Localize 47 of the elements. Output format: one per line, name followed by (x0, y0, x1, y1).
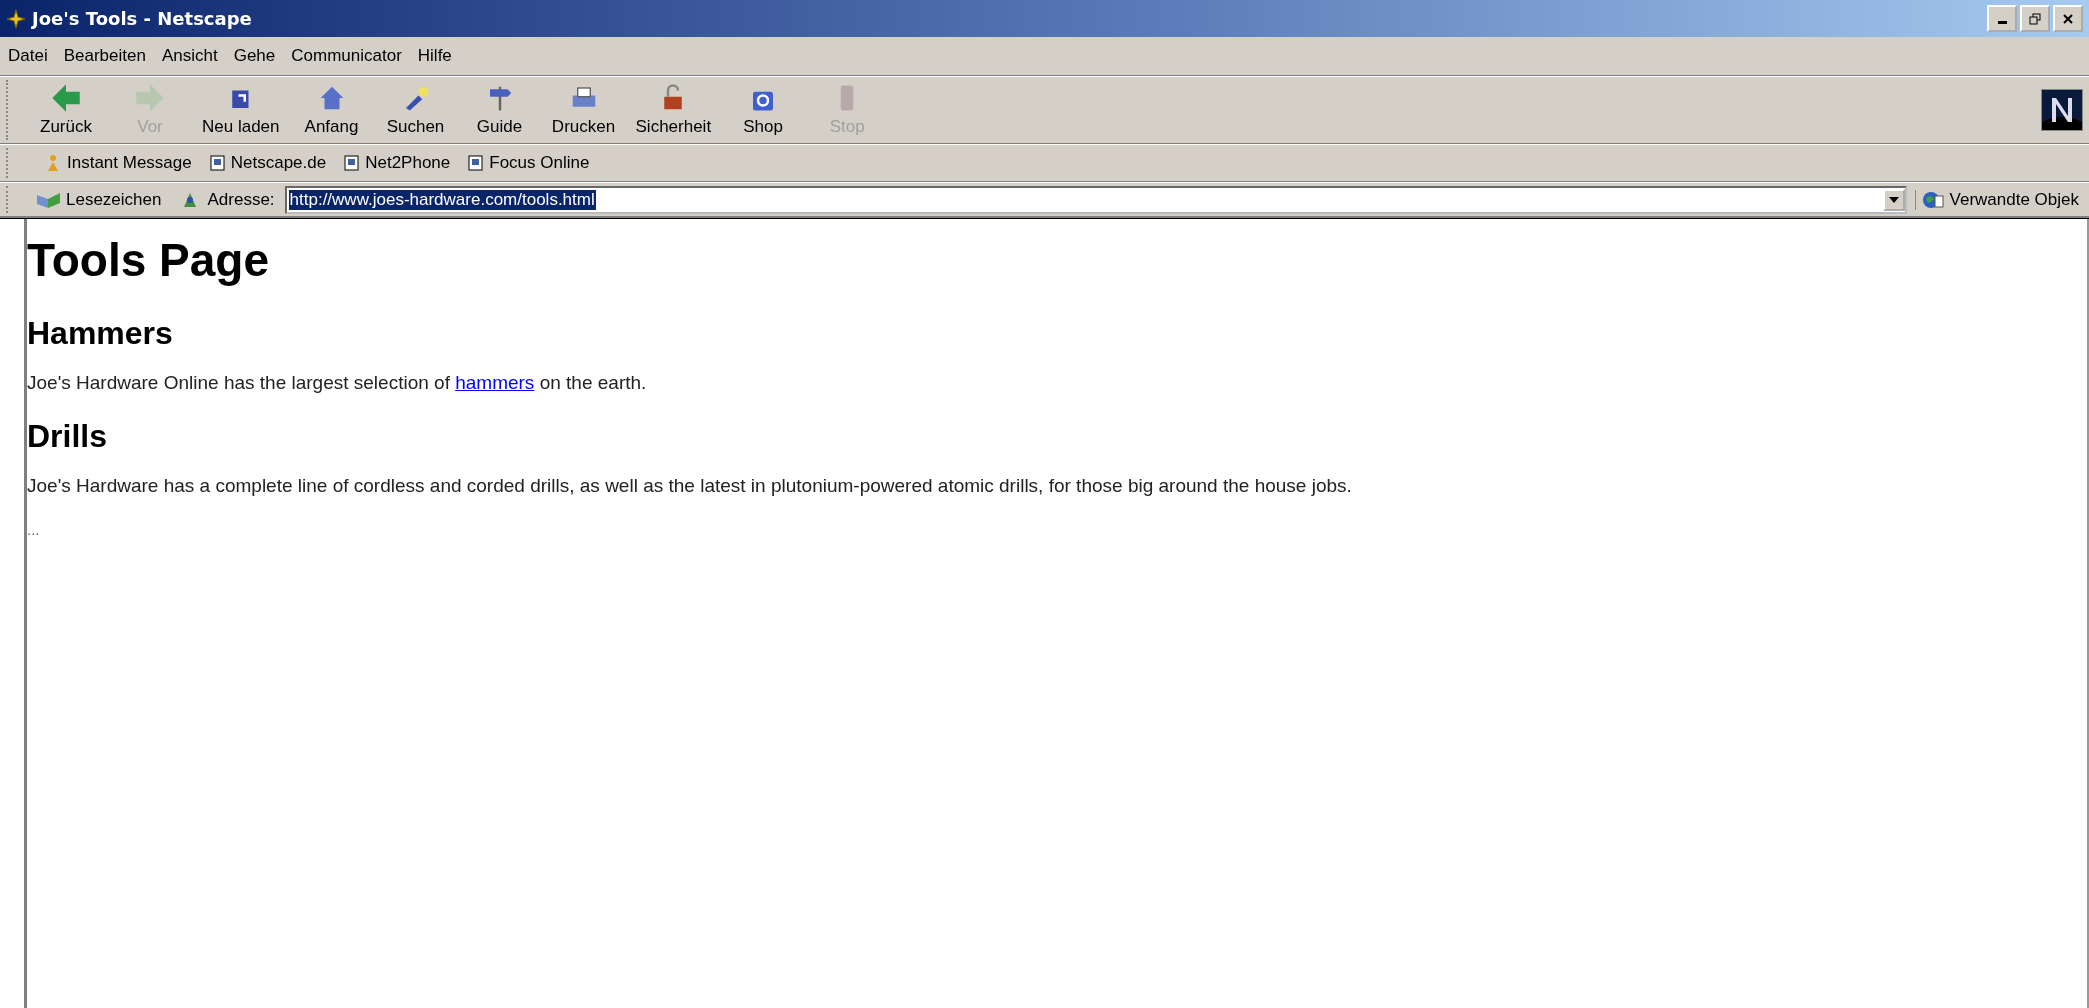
menu-item[interactable]: Hilfe (417, 46, 452, 66)
star-icon (6, 8, 26, 29)
restore-button[interactable] (2020, 5, 2050, 32)
toolbar-button[interactable]: Guide (457, 81, 542, 139)
section-heading: Drills (27, 418, 109, 455)
paragraph: Joe's Hardware Online has the largest selection of hammers on the earth. (27, 372, 648, 394)
paragraph: Joe's Hardware has a complete line of cordless and corded drills, as well as the latest in plutonium-powered atomic drills, for those big around the house jobs. (27, 475, 1353, 497)
address-label: Adresse: (207, 189, 275, 210)
menu-item[interactable]: Datei (8, 46, 48, 66)
minimize-icon (1997, 21, 2007, 24)
menu-item[interactable]: Bearbeiten (63, 46, 146, 66)
toolbar-button[interactable]: Anfang (289, 81, 374, 139)
toolbar-button[interactable]: Sicherheit (625, 81, 722, 139)
right-arrow-icon (135, 83, 165, 113)
address-field[interactable]: http://www.joes-hardware.com/tools.html (284, 185, 1907, 214)
section-heading: Hammers (27, 315, 174, 352)
globe-icon (1921, 189, 1944, 210)
bookmark-link[interactable]: Net2Phone (344, 153, 451, 173)
logo-icon (2041, 89, 2083, 131)
ellipsis-text: ... (27, 521, 41, 538)
toolbar-button[interactable]: Drucken (541, 81, 626, 139)
bookmarks-button[interactable]: Lesezeichen (36, 189, 162, 210)
toolbar-button[interactable]: Neu laden (192, 81, 290, 139)
caret-icon (1888, 196, 1899, 203)
menu-item[interactable]: Gehe (233, 46, 276, 66)
page-icon (209, 155, 226, 171)
dropdown-button[interactable] (1882, 188, 1905, 211)
left-arrow-icon (51, 83, 81, 113)
page-icon (344, 155, 361, 171)
related-button[interactable]: Verwandte Objek (1914, 189, 2085, 210)
close-button[interactable] (2053, 5, 2083, 32)
window-title: Joe's Tools - Netscape (32, 8, 252, 29)
minimize-button[interactable] (1987, 5, 2017, 32)
menu-item[interactable]: Ansicht (161, 46, 218, 66)
toolbar-button[interactable]: Zurück (24, 81, 108, 139)
page-icon (468, 155, 485, 171)
close-icon (2062, 12, 2074, 25)
toolbar-button[interactable]: Suchen (373, 81, 458, 139)
menu-item[interactable]: Communicator (291, 46, 402, 66)
bookmark-link[interactable]: Instant Message (44, 153, 192, 173)
book-icon (36, 190, 62, 209)
restore-icon (2029, 12, 2041, 25)
hammers-link[interactable]: hammers (455, 372, 535, 393)
bookmark-link[interactable]: Focus Online (468, 153, 590, 173)
page-heading: Tools Page (27, 233, 270, 287)
toolbar-button[interactable]: Shop (721, 81, 806, 139)
bookmark-link[interactable]: Netscape.de (209, 153, 327, 173)
